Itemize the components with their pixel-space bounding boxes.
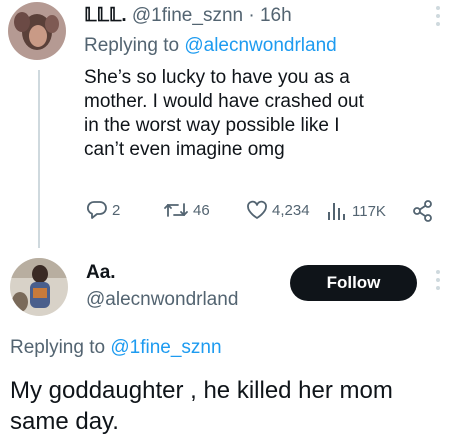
display-name[interactable]: 𝕃𝕃𝕃. <box>84 5 127 26</box>
views-button[interactable]: 117K <box>326 200 386 222</box>
timestamp[interactable]: 16h <box>260 5 292 26</box>
retweet-icon <box>164 203 188 217</box>
share-icon <box>413 200 432 222</box>
separator: · <box>248 5 255 26</box>
more-options-icon[interactable] <box>436 6 442 26</box>
replying-prefix: Replying to <box>10 337 106 358</box>
view-count: 117K <box>352 202 386 220</box>
reply-button[interactable]: 2 <box>86 200 120 220</box>
tweet-body: My goddaughter , he killed her mom same … <box>10 377 393 435</box>
tweet-1-header: 𝕃𝕃𝕃. @1fine_sznn · 16h <box>84 4 292 27</box>
handle[interactable]: @1fine_sznn <box>132 5 243 26</box>
tweet-body: She’s so lucky to have you as a mother. … <box>84 67 364 160</box>
heart-icon <box>247 200 267 219</box>
like-button[interactable]: 4,234 <box>246 200 310 220</box>
avatar-alecnwondrland[interactable] <box>10 258 68 316</box>
share-button[interactable] <box>412 200 434 222</box>
display-name[interactable]: Aa. <box>86 262 116 284</box>
replying-prefix: Replying to <box>84 35 180 56</box>
replying-to: Replying to @1fine_sznn <box>10 337 222 359</box>
follow-button[interactable]: Follow <box>290 265 417 301</box>
more-options-icon[interactable] <box>436 270 442 290</box>
replying-to: Replying to @alecnwondrland <box>84 35 337 57</box>
replying-to-link[interactable]: @alecnwondrland <box>184 35 336 56</box>
retweet-button[interactable]: 46 <box>163 200 210 220</box>
views-icon <box>328 203 345 220</box>
thread-line <box>38 70 40 248</box>
reply-icon <box>86 201 107 219</box>
avatar-1fine-sznn[interactable] <box>8 2 66 60</box>
like-count: 4,234 <box>272 201 310 219</box>
reply-count: 2 <box>112 201 121 219</box>
replying-to-link[interactable]: @1fine_sznn <box>110 337 221 358</box>
handle[interactable]: @alecnwondrland <box>86 289 238 311</box>
retweet-count: 46 <box>193 201 210 219</box>
